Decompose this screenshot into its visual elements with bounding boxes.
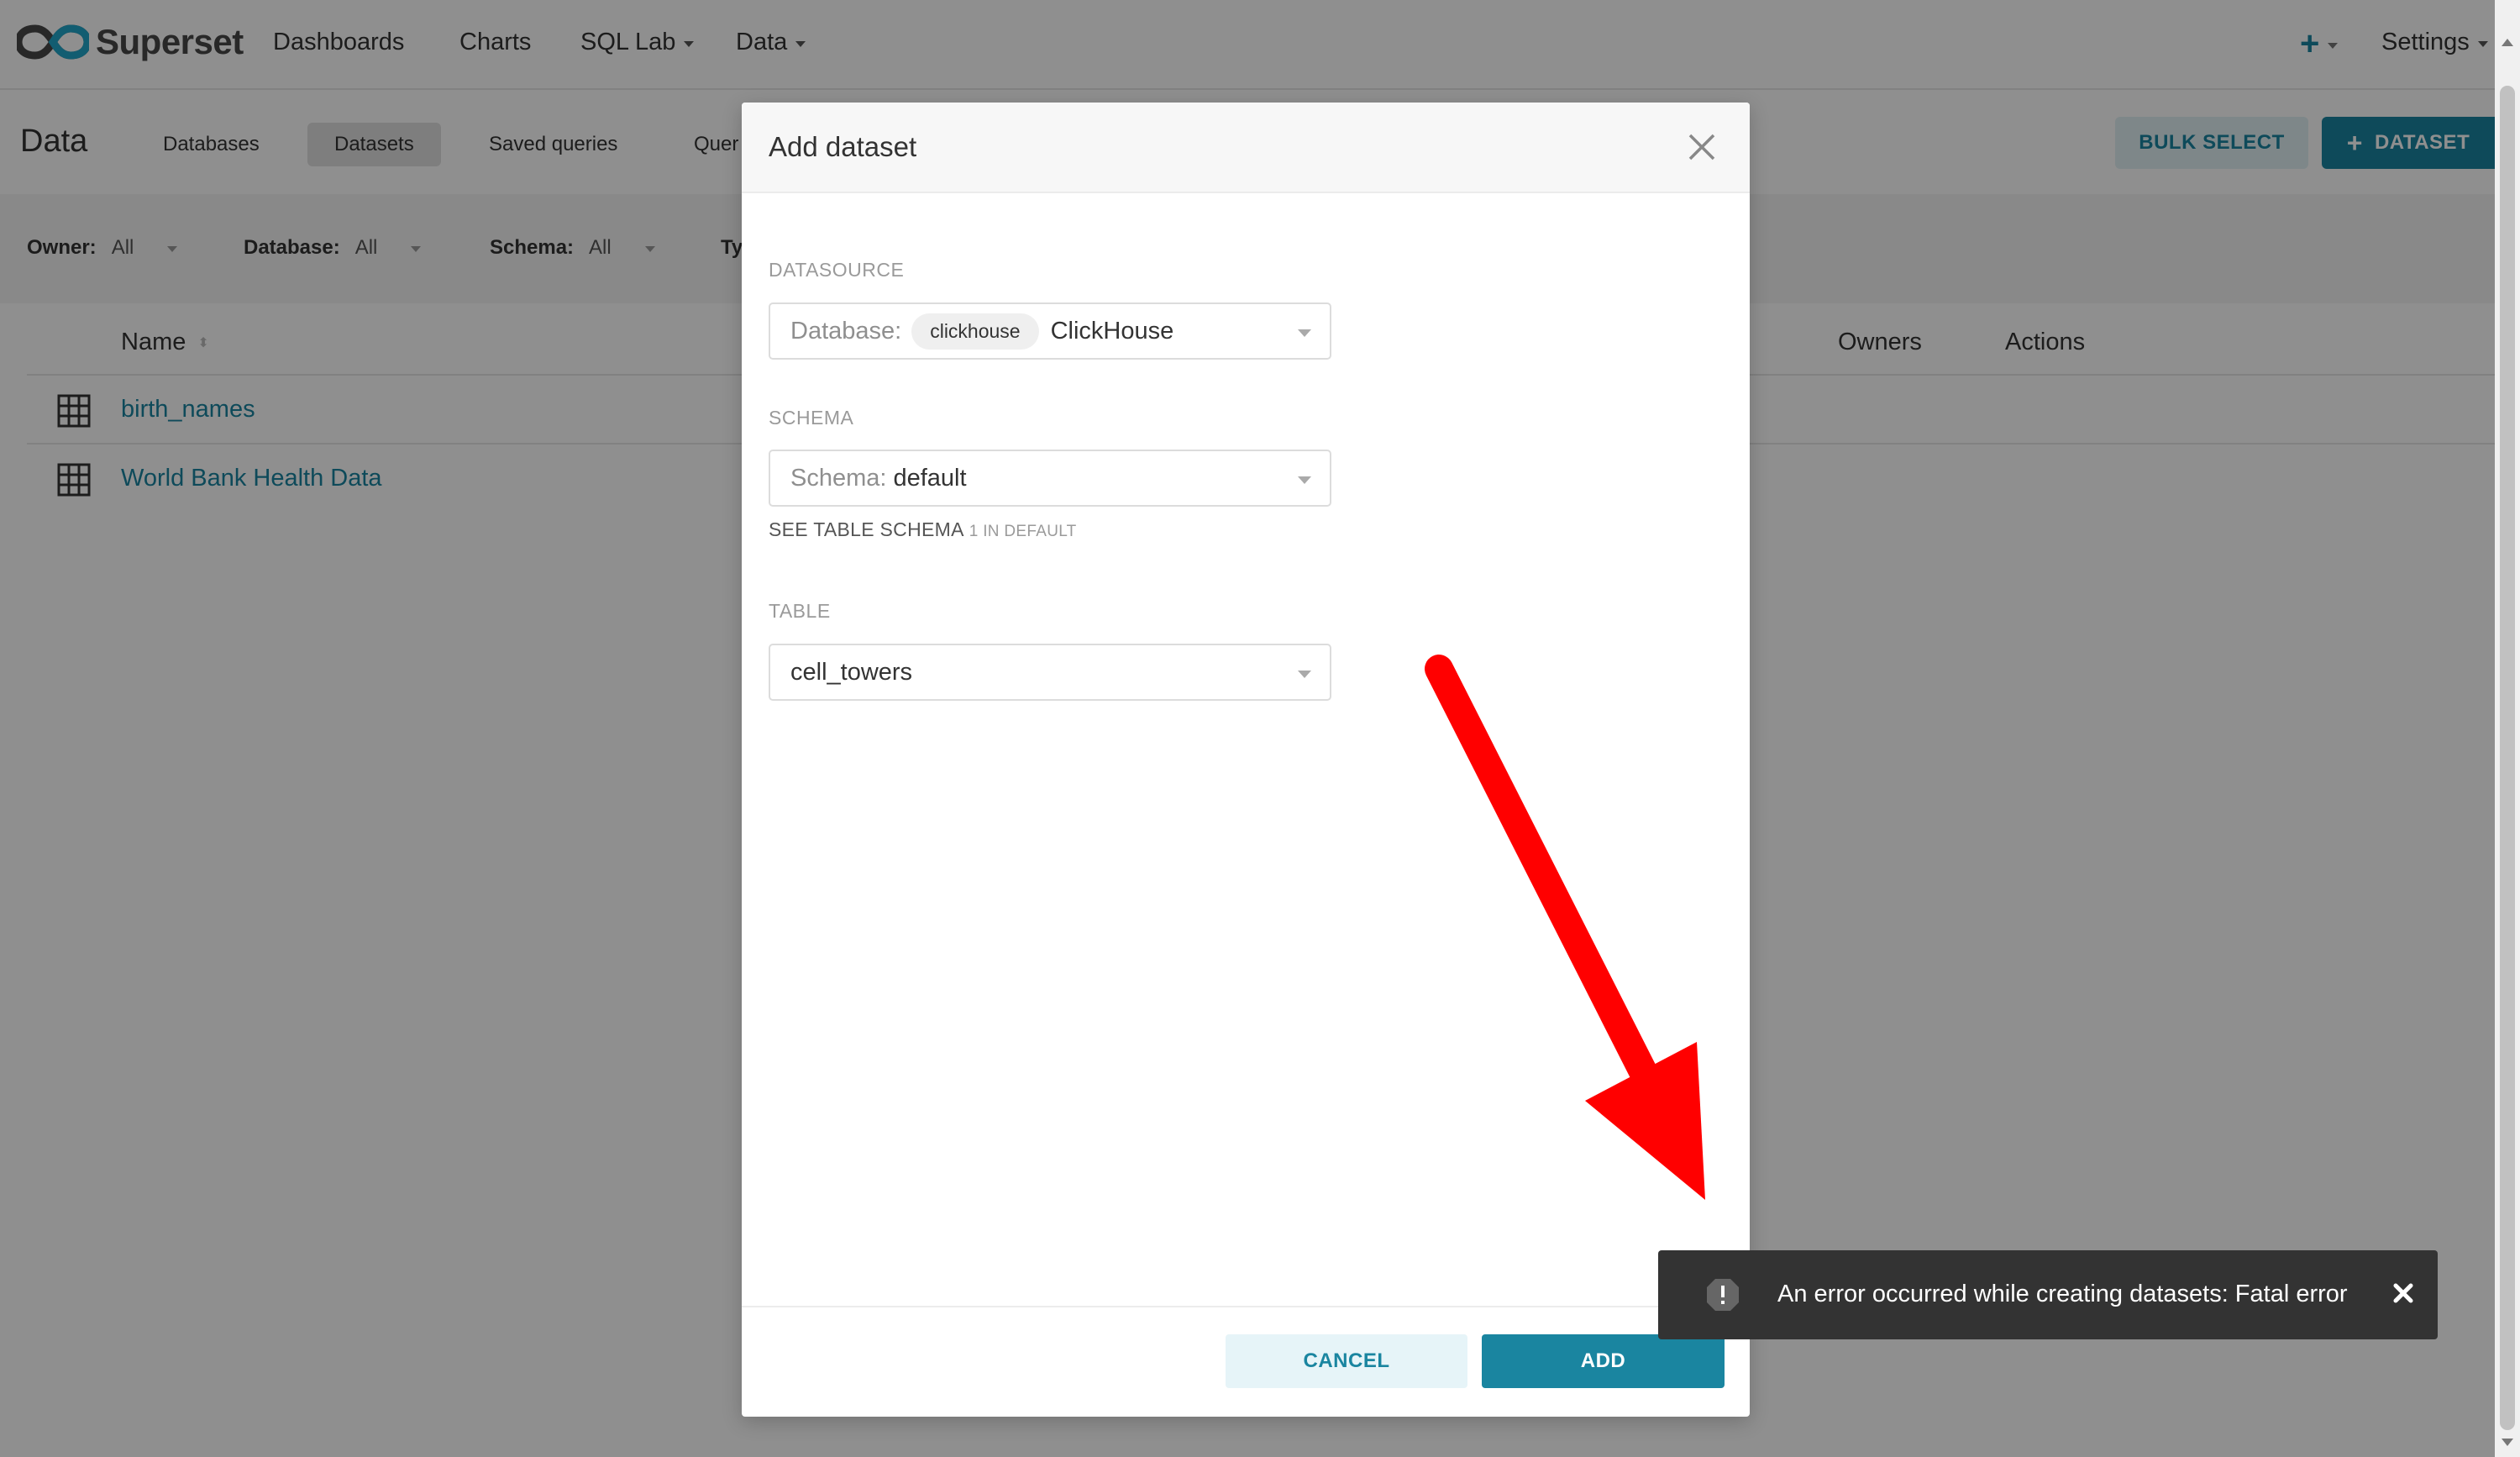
table-select-value: cell_towers [790, 658, 913, 686]
database-select-value: ClickHouse [1050, 317, 1174, 345]
scrollbar-thumb[interactable] [2500, 86, 2515, 1430]
toast-message: An error occurred while creating dataset… [1777, 1281, 2348, 1307]
schema-select-prefix: Schema: [790, 464, 887, 492]
schema-select-value: default [893, 464, 967, 492]
page-scrollbar[interactable] [2495, 0, 2520, 1457]
table-label: TABLE [769, 600, 831, 622]
add-dataset-modal: Add dataset DATASOURCE Database: clickho… [742, 103, 1750, 1417]
see-table-schema-link[interactable]: SEE TABLE SCHEMA 1 IN DEFAULT [769, 518, 1077, 541]
close-icon[interactable] [1688, 133, 1716, 161]
see-table-schema-label: SEE TABLE SCHEMA [769, 518, 964, 540]
modal-header: Add dataset [742, 103, 1750, 193]
schema-select[interactable]: Schema: default [769, 450, 1331, 507]
add-button[interactable]: ADD [1482, 1334, 1725, 1388]
scroll-up-icon[interactable] [2502, 39, 2513, 46]
table-select[interactable]: cell_towers [769, 644, 1331, 701]
datasource-label: DATASOURCE [769, 259, 905, 281]
modal-footer: CANCEL ADD [742, 1306, 1750, 1417]
database-select-prefix: Database: [790, 317, 902, 345]
caret-down-icon [1298, 671, 1311, 678]
modal-title: Add dataset [769, 131, 917, 162]
warning-icon [1707, 1279, 1739, 1311]
scroll-down-icon[interactable] [2502, 1439, 2513, 1446]
caret-down-icon [1298, 329, 1311, 337]
table-count-hint: 1 IN DEFAULT [969, 523, 1077, 540]
close-icon[interactable] [2391, 1281, 2416, 1306]
error-toast: An error occurred while creating dataset… [1658, 1250, 2438, 1339]
cancel-button[interactable]: CANCEL [1226, 1334, 1467, 1388]
schema-label: SCHEMA [769, 407, 854, 429]
database-backend-tag: clickhouse [911, 313, 1039, 350]
database-select[interactable]: Database: clickhouse ClickHouse [769, 302, 1331, 360]
caret-down-icon [1298, 476, 1311, 484]
